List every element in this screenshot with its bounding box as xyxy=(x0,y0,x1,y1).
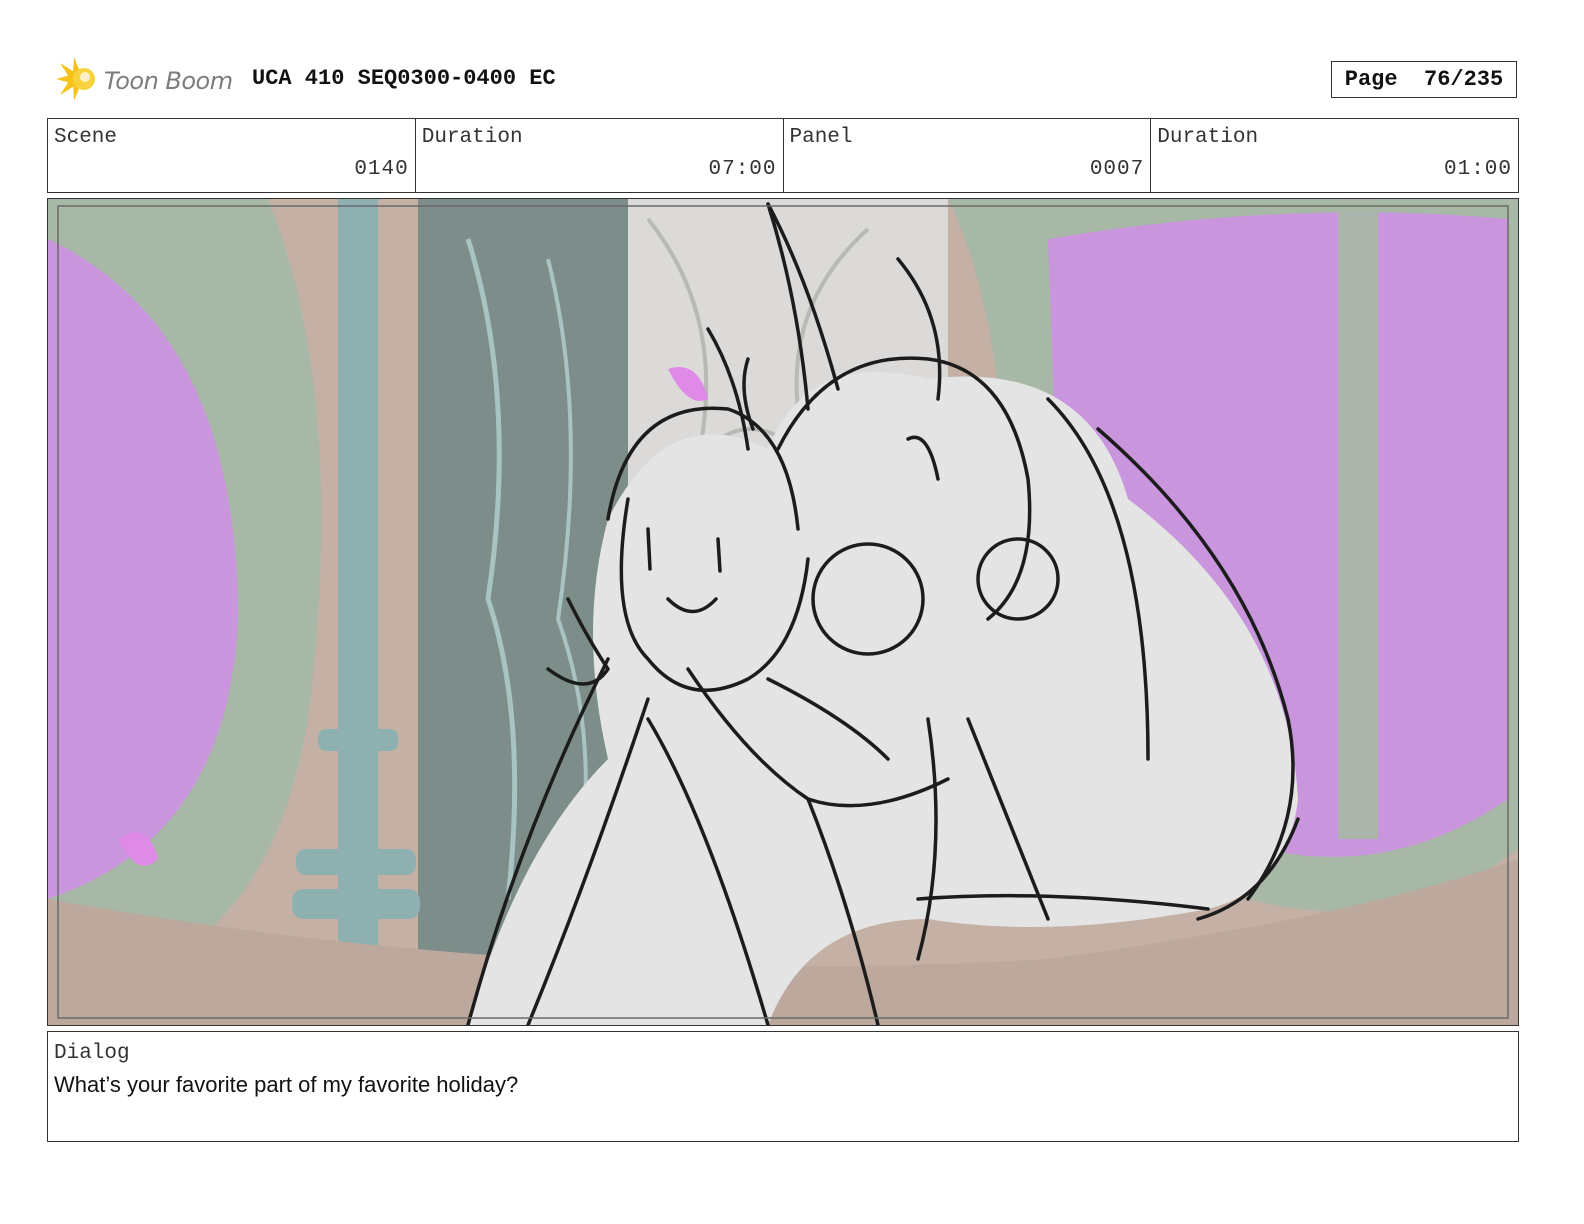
logo-text: Toon Boom xyxy=(104,67,233,95)
scene-duration-value: 07:00 xyxy=(708,158,777,181)
scene-cell: Scene 0140 xyxy=(48,119,415,192)
panel-value: 0007 xyxy=(1089,158,1145,181)
scene-info-table: Scene 0140 Duration 07:00 Panel 0007 Dur… xyxy=(47,118,1519,193)
storyboard-panel xyxy=(47,198,1519,1026)
document-title: UCA 410 SEQ0300-0400 EC xyxy=(252,66,556,91)
toon-boom-logo: Toon Boom xyxy=(52,56,242,106)
scene-duration-label: Duration xyxy=(421,126,523,149)
scene-duration-cell: Duration 07:00 xyxy=(414,119,783,192)
panel-cell: Panel 0007 xyxy=(782,119,1151,192)
panel-duration-label: Duration xyxy=(1157,126,1259,149)
dialog-text: What’s your favorite part of my favorite… xyxy=(54,1072,519,1097)
panel-duration-cell: Duration 01:00 xyxy=(1150,119,1518,192)
scene-value: 0140 xyxy=(354,158,409,181)
starburst-logo-icon xyxy=(52,55,100,108)
page-number: 76/235 xyxy=(1424,67,1504,92)
page-indicator: Page 76/235 xyxy=(1331,61,1517,98)
scene-label: Scene xyxy=(54,126,118,149)
dialog-label: Dialog xyxy=(54,1042,130,1065)
page-label: Page xyxy=(1344,67,1398,92)
panel-label: Panel xyxy=(789,126,853,149)
dialog-box: Dialog What’s your favorite part of my f… xyxy=(47,1031,1519,1142)
panel-artwork xyxy=(48,199,1518,1025)
panel-duration-value: 01:00 xyxy=(1443,158,1512,181)
